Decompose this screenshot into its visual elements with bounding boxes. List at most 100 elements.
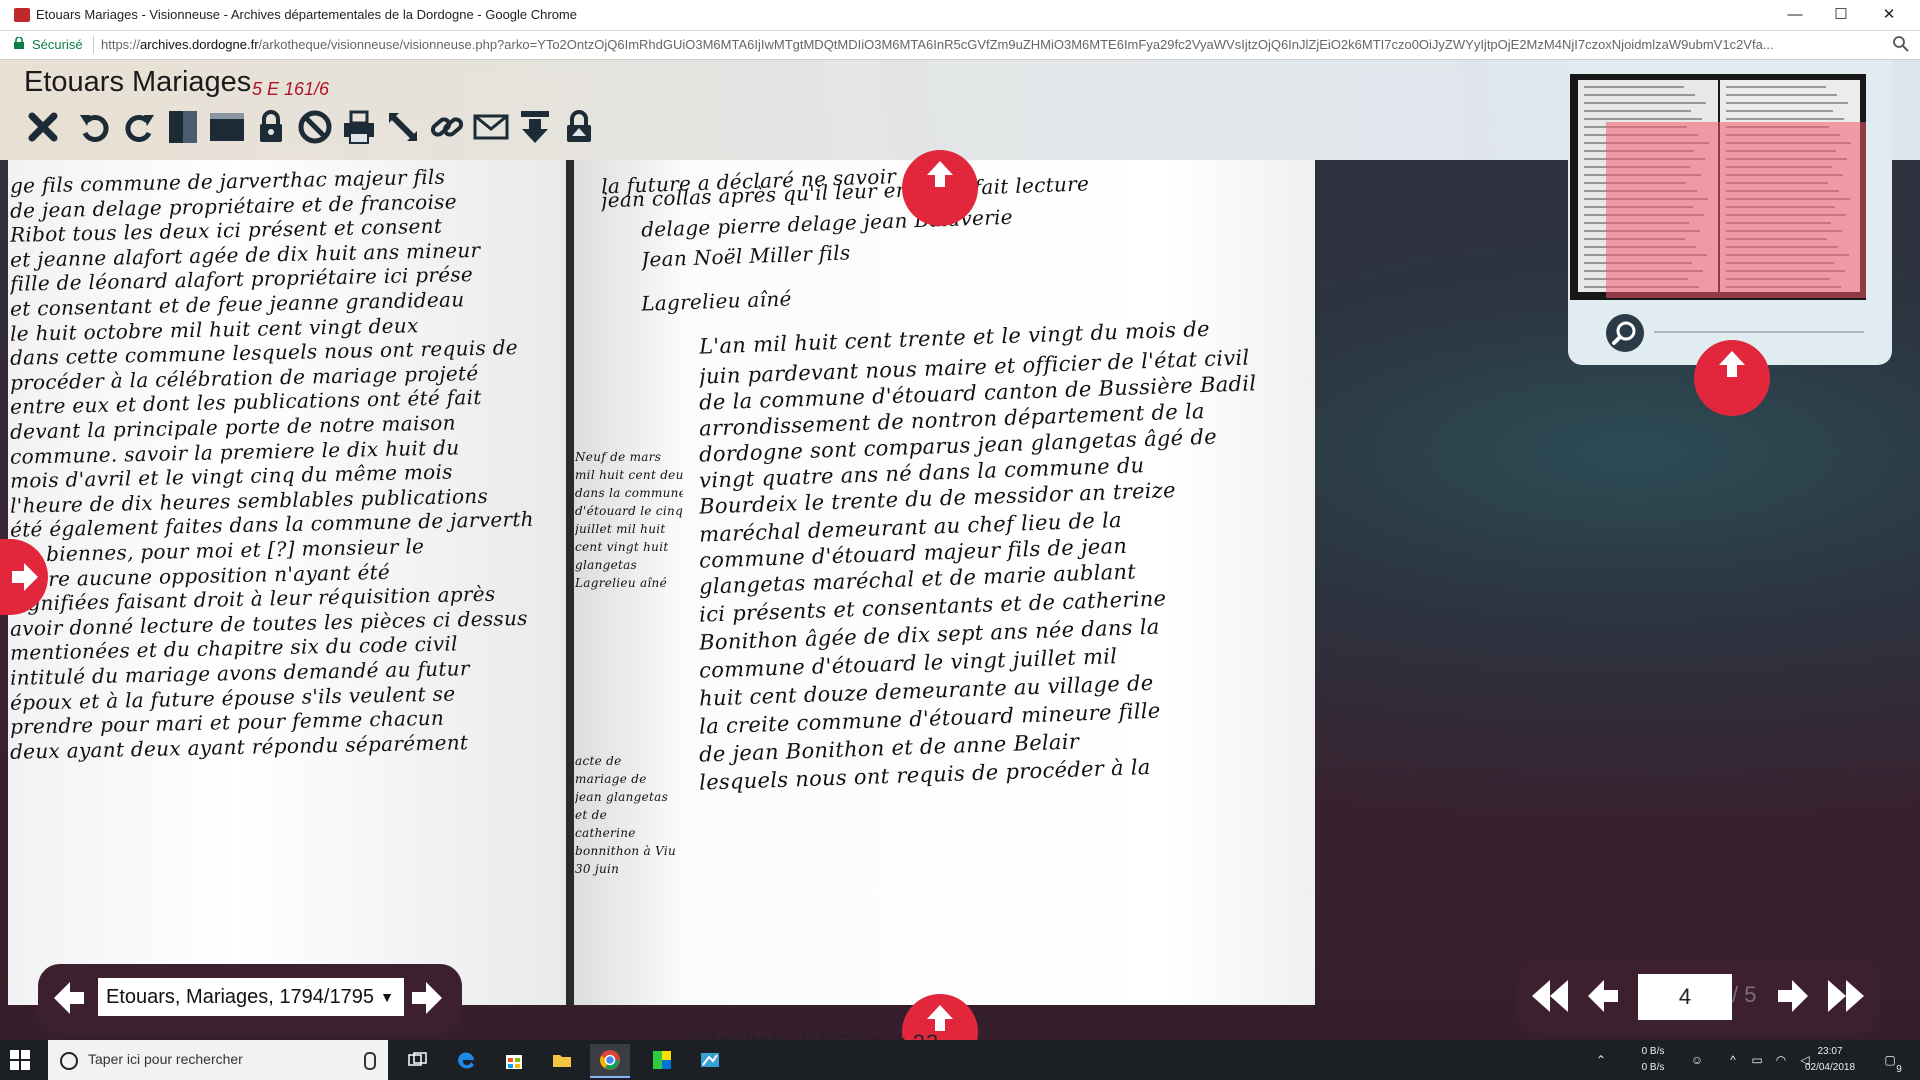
manuscript-line: Lagrelieu aîné [640,286,793,316]
maximize-button[interactable]: ☐ [1818,0,1864,30]
document-title: Etouars Mariages [24,66,252,98]
close-window-button[interactable]: ✕ [1866,0,1912,30]
rotate-right-button[interactable] [120,107,158,147]
lock-icon [14,37,24,49]
page-navigation: / 5 [1518,958,1880,1034]
taskbar-search[interactable]: Taper ici pour rechercher [48,1040,388,1080]
file-explorer-button[interactable] [542,1044,582,1076]
magnifier-icon [1612,321,1636,345]
contrast-button[interactable] [164,107,202,147]
store-button[interactable] [494,1044,534,1076]
store-icon [506,1055,522,1069]
negative-icon [210,113,244,141]
print-button[interactable] [340,107,378,147]
arrow-right-icon [12,563,38,591]
thumbnail-text-line [1726,102,1848,104]
fullscreen-button[interactable] [384,107,422,147]
maps-app-button[interactable] [690,1044,730,1076]
first-page-button[interactable] [1530,976,1570,1016]
edge-browser-button[interactable] [446,1044,486,1076]
last-page-button[interactable] [1826,976,1866,1016]
thumbnail-viewport-selection[interactable] [1606,122,1866,298]
photo-app-button[interactable] [642,1044,682,1076]
microphone-icon[interactable] [364,1052,376,1070]
zoom-button[interactable] [1606,314,1644,352]
document-image[interactable]: ge fils commune de jarverthac majeur fil… [8,160,1315,1005]
margin-note-line: 30 juin [575,862,620,876]
fonds-navigation: Etouars, Mariages, 1794/1795 ▼ [38,964,462,1034]
taskbar: Taper ici pour rechercher ⌃ 0 B/s 0 B/s … [0,1040,1920,1080]
thumbnail-text-line [1726,110,1833,112]
arrow-up-icon [1719,351,1745,377]
thumbnail-text-line [1584,102,1706,104]
margin-note-line: bonnithon à Viu [575,844,677,858]
brightness-lock-button[interactable] [252,107,290,147]
arrow-left-icon [1588,980,1618,1012]
toggle-header-button[interactable] [902,150,978,226]
close-viewer-button[interactable] [24,107,62,147]
secure-label: Sécurisé [32,37,83,52]
battery-icon[interactable]: ▭ [1750,1053,1764,1067]
zoom-page-icon[interactable] [1892,35,1910,53]
rotate-left-icon [80,115,109,142]
people-icon[interactable]: ☺ [1690,1053,1704,1067]
url-host: archives.dordogne.fr [140,37,259,52]
unlock-button[interactable] [560,107,598,147]
thumbnail-text-line [1726,86,1826,88]
double-arrow-right-icon [1828,980,1864,1012]
negative-button[interactable] [208,107,246,147]
document-cote: 5 E 161/6 [252,79,330,99]
margin-note-line: et de [575,808,608,822]
download-button[interactable] [516,107,554,147]
next-page-button[interactable] [1776,978,1810,1014]
contrast-icon [169,111,197,143]
task-view-icon [408,1052,427,1066]
viewer-area[interactable]: ge fils commune de jarverthac majeur fil… [0,60,1920,1040]
tray-up-arrow-icon[interactable]: ^ [1726,1053,1740,1067]
reset-button[interactable] [296,107,334,147]
thumbnail-image[interactable] [1570,74,1866,300]
toggle-thumbnail-button[interactable] [1694,340,1770,416]
url-prefix: https:// [101,37,141,52]
rotate-right-icon [125,115,154,142]
address-separator [93,36,94,54]
url-text[interactable]: https://archives.dordogne.fr/arkotheque/… [101,37,1861,52]
page-gutter [566,160,574,1005]
margin-note-line: mariage de [575,772,647,786]
task-view-button[interactable] [398,1044,438,1076]
address-bar[interactable]: Sécurisé https://archives.dordogne.fr/ar… [0,31,1920,60]
wifi-icon[interactable]: ◠ [1774,1053,1788,1067]
margin-note-line: catherine [575,826,636,840]
margin-note-line: juillet mil huit [575,522,666,536]
next-fonds-button[interactable] [410,980,444,1016]
chrome-button[interactable] [590,1044,630,1078]
previous-page-button[interactable] [1586,978,1620,1014]
cortana-icon [60,1052,78,1070]
arrow-up-icon [927,161,953,187]
fonds-select-value: Etouars, Mariages, 1794/1795 [106,986,374,1008]
notification-count: 9 [1896,1064,1902,1075]
download-icon [521,111,549,143]
taskbar-search-placeholder: Taper ici pour rechercher [88,1051,243,1067]
window-title-bar: Etouars Mariages - Visionneuse - Archive… [0,0,1920,31]
clock-date[interactable]: 02/04/2018 [1800,1062,1860,1073]
zoom-slider[interactable] [1654,331,1864,333]
clock-time[interactable]: 23:07 [1808,1046,1852,1057]
windows-start-icon[interactable] [10,1050,30,1070]
minimize-button[interactable]: — [1772,0,1818,30]
fonds-select[interactable]: Etouars, Mariages, 1794/1795 ▼ [98,978,404,1016]
arrow-left-icon [54,982,84,1014]
right-page: Neuf de mars mil huit cent deux dans la co… [571,160,1315,1005]
thumbnail-text-line [1584,110,1691,112]
page-number-input[interactable] [1638,974,1732,1020]
permalink-button[interactable] [428,107,466,147]
email-button[interactable] [472,107,510,147]
close-icon [28,112,58,142]
page-total: / 5 [1732,982,1757,1007]
margin-note-line: acte de [575,754,622,768]
rotate-left-button[interactable] [76,107,114,147]
left-page: ge fils commune de jarverthac majeur fil… [8,160,571,1005]
arrow-right-icon [412,982,442,1014]
previous-fonds-button[interactable] [52,980,86,1016]
chevron-up-icon[interactable]: ⌃ [1594,1053,1608,1067]
